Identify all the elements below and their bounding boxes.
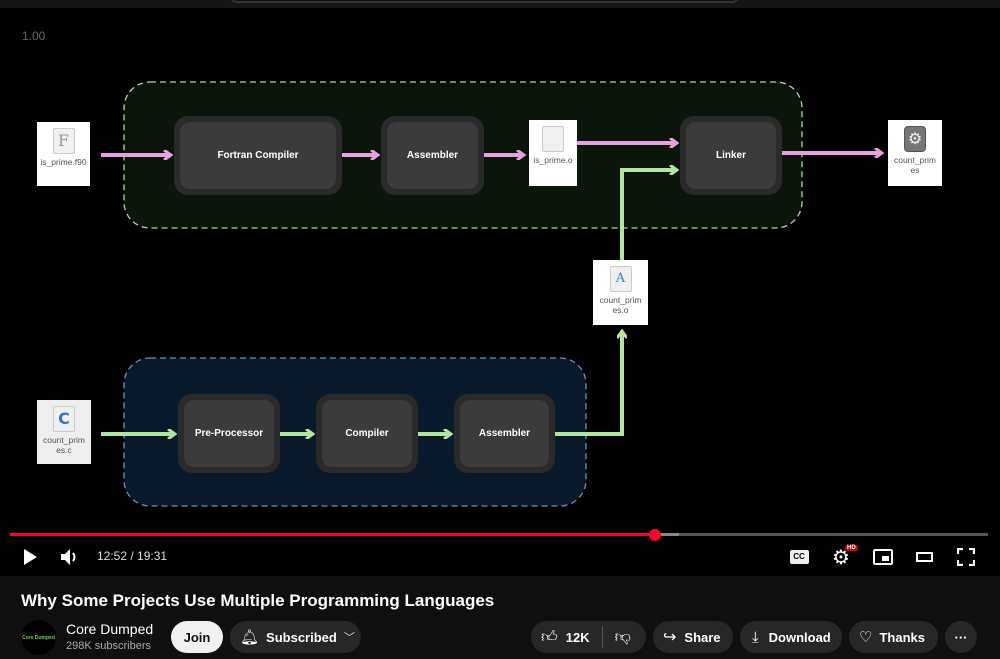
more-icon: ··· bbox=[954, 629, 968, 645]
miniplayer-icon bbox=[873, 549, 893, 565]
file-is-prime-o: is_prime.o bbox=[529, 120, 577, 186]
node-linker: Linker bbox=[680, 116, 782, 195]
hd-badge: HD bbox=[845, 545, 858, 551]
node-assembler: Assembler bbox=[381, 116, 484, 195]
node-pre-processor: Pre-Processor bbox=[178, 394, 280, 473]
node-fortran-compiler: Fortran Compiler bbox=[174, 116, 342, 195]
text-file-icon: A bbox=[609, 266, 632, 292]
subscriber-count: 298K subscribers bbox=[66, 640, 151, 652]
fortran-file-icon: F bbox=[52, 128, 75, 154]
node-assembler-c: Assembler bbox=[454, 394, 555, 473]
thumbs-down-icon: 👎︎ bbox=[614, 628, 631, 646]
fullscreen-icon bbox=[957, 548, 975, 566]
subscribed-button[interactable]: 🔔︎ Subscribed ﹀ bbox=[230, 621, 361, 653]
download-icon: ⤓ bbox=[752, 628, 759, 646]
fullscreen-button[interactable] bbox=[954, 545, 978, 569]
share-button[interactable]: ↪ Share bbox=[653, 621, 733, 653]
like-button[interactable]: 👍︎ 12K bbox=[541, 628, 590, 647]
like-dislike-group: 👍︎ 12K 👎︎ bbox=[531, 621, 646, 653]
blank-file-icon bbox=[542, 126, 564, 152]
file-count-primes-o: Acount_prim es.o bbox=[593, 260, 648, 325]
file-count-primes-exe: ⚙ count_prim es bbox=[888, 120, 942, 186]
time-display: 12:52 / 19:31 bbox=[97, 549, 168, 563]
channel-avatar[interactable]: Core Dumped bbox=[21, 620, 56, 655]
share-icon: ↪ bbox=[663, 629, 677, 646]
join-button[interactable]: Join bbox=[171, 621, 223, 653]
played-bar bbox=[10, 533, 656, 536]
volume-button[interactable] bbox=[58, 545, 82, 569]
download-button[interactable]: ⤓ Download bbox=[740, 621, 842, 653]
scrubber-handle[interactable] bbox=[649, 529, 662, 541]
divider bbox=[601, 626, 603, 648]
theater-mode-button[interactable] bbox=[912, 545, 936, 569]
heart-dollar-icon: ♡ bbox=[859, 629, 873, 646]
file-is-prime-f90: Fis_prime.f90 bbox=[37, 122, 90, 186]
play-icon bbox=[24, 549, 37, 565]
volume-icon bbox=[61, 549, 76, 565]
gear-executable-icon: ⚙ bbox=[904, 126, 926, 152]
node-compiler: Compiler bbox=[316, 394, 418, 473]
play-button[interactable] bbox=[18, 545, 42, 569]
dislike-button[interactable]: 👎︎ bbox=[615, 628, 631, 647]
file-count-primes-c: Ccount_prim es.c bbox=[37, 400, 91, 464]
captions-button[interactable]: CC bbox=[787, 545, 811, 569]
channel-name[interactable]: Core Dumped bbox=[66, 621, 153, 637]
miniplayer-button[interactable] bbox=[871, 545, 895, 569]
c-file-icon: C bbox=[53, 406, 75, 432]
thanks-button[interactable]: ♡ Thanks bbox=[849, 621, 938, 653]
thumbs-up-icon: 👍︎ bbox=[541, 628, 558, 646]
cc-icon: CC bbox=[789, 550, 809, 564]
bell-icon: 🔔︎ bbox=[240, 629, 260, 646]
settings-button[interactable]: ⚙ HD bbox=[829, 545, 858, 569]
chevron-down-icon: ﹀ bbox=[343, 632, 355, 644]
video-title: Why Some Projects Use Multiple Programmi… bbox=[21, 591, 495, 610]
theater-icon bbox=[915, 552, 933, 562]
more-actions-button[interactable]: ··· bbox=[945, 621, 977, 653]
video-player[interactable]: 1.00 Fortran Compiler Assembler Linker P… bbox=[0, 0, 1000, 576]
